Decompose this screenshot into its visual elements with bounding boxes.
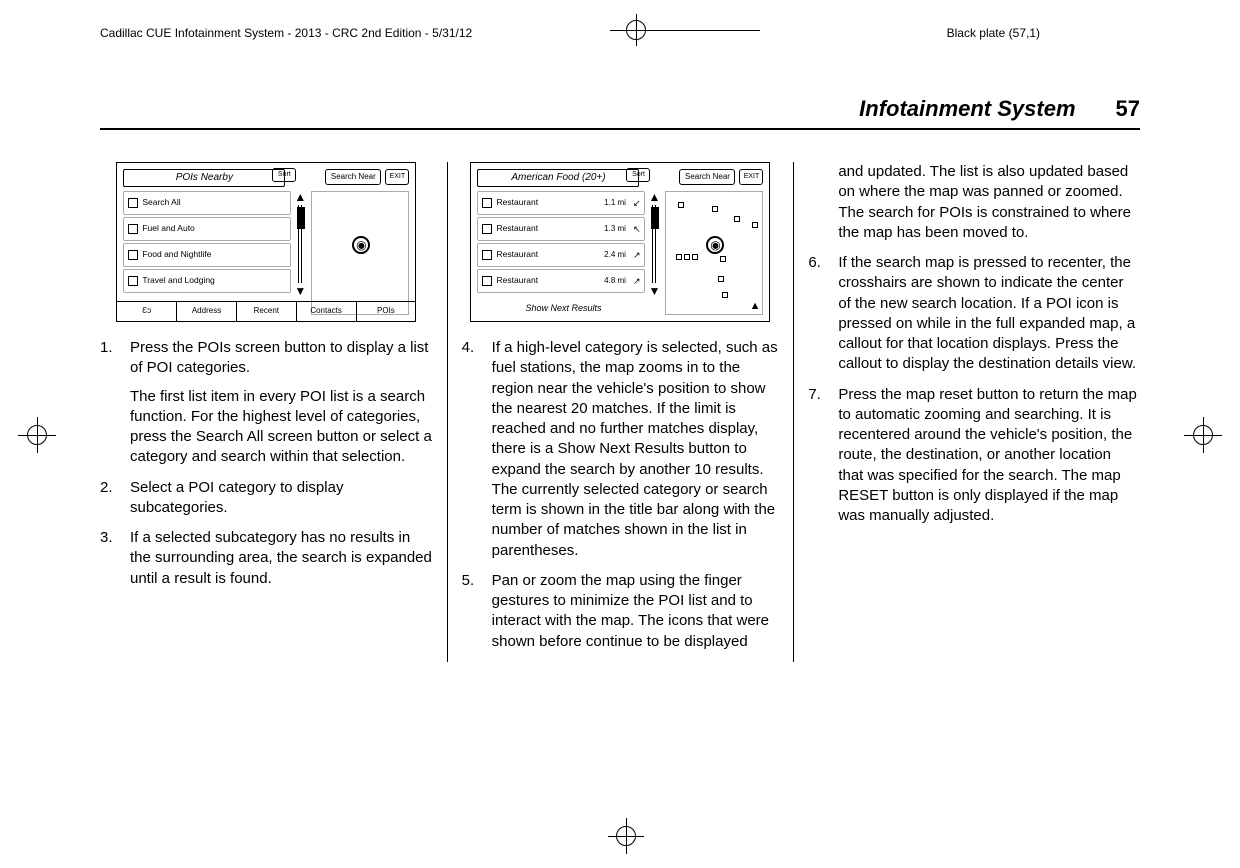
figure-american-food: American Food (20+) Sort Search Near EXI… bbox=[470, 162, 770, 322]
step-6: If the search map is pressed to recenter… bbox=[808, 253, 1140, 375]
steps-6-7: If the search map is pressed to recenter… bbox=[808, 253, 1140, 526]
step-2: Select a POI category to display subcate… bbox=[100, 478, 433, 519]
fig2-show-next: Show Next Results bbox=[477, 299, 649, 317]
fig2-row: Restaurant1.3 mi↖ bbox=[477, 217, 645, 241]
scroll-down-icon: ▼ bbox=[294, 285, 306, 297]
fig1-sort-button: Sort bbox=[272, 168, 296, 182]
column-3: and updated. The list is also updated ba… bbox=[793, 162, 1140, 662]
registration-mark-top bbox=[620, 20, 660, 40]
fig1-tabs: Ɛɔ Address Recent Contacts POIs bbox=[117, 301, 415, 321]
step-5: Pan or zoom the map using the finger ges… bbox=[462, 571, 780, 652]
steps-1-3: Press the POIs screen button to display … bbox=[100, 338, 433, 589]
fig1-list: Search All Fuel and Auto Food and Nightl… bbox=[123, 191, 291, 297]
map-zoom-icon: ▲ bbox=[750, 299, 761, 314]
scroll-up-icon: ▲ bbox=[649, 191, 661, 203]
fig1-row: Travel and Lodging bbox=[123, 269, 291, 293]
fig2-title: American Food (20+) bbox=[477, 169, 639, 187]
fig1-title: POIs Nearby bbox=[123, 169, 285, 187]
registration-mark-right bbox=[1178, 415, 1228, 455]
direction-icon: ↗ bbox=[633, 275, 641, 287]
fig2-exit-button: EXIT bbox=[739, 169, 763, 185]
fig1-tab: Contacts bbox=[297, 302, 357, 321]
fig2-row: Restaurant4.8 mi↗ bbox=[477, 269, 645, 293]
fig1-scrollbar: ▲ ▼ bbox=[293, 191, 307, 297]
fig2-search-near-button: Search Near bbox=[679, 169, 735, 185]
figure-pois-nearby: POIs Nearby Sort Search Near EXIT Search… bbox=[116, 162, 416, 322]
running-head: Infotainment System 57 bbox=[100, 96, 1140, 130]
fig1-tab: Address bbox=[177, 302, 237, 321]
vehicle-location-icon: ◉ bbox=[706, 236, 724, 254]
fig1-tab: Recent bbox=[237, 302, 297, 321]
step-7: Press the map reset button to return the… bbox=[808, 385, 1140, 527]
step-5-continued: and updated. The list is also updated ba… bbox=[808, 162, 1140, 243]
direction-icon: ↖ bbox=[633, 223, 641, 235]
doc-id-line: Cadillac CUE Infotainment System - 2013 … bbox=[100, 26, 472, 40]
steps-4-5: If a high-level category is selected, su… bbox=[462, 338, 780, 652]
fig2-map: ◉ ▲ bbox=[665, 191, 763, 315]
fig1-exit-button: EXIT bbox=[385, 169, 409, 185]
step-4: If a high-level category is selected, su… bbox=[462, 338, 780, 561]
direction-icon: ↗ bbox=[633, 249, 641, 261]
column-2: American Food (20+) Sort Search Near EXI… bbox=[447, 162, 794, 662]
fig1-map: ◉ bbox=[311, 191, 409, 315]
column-1: POIs Nearby Sort Search Near EXIT Search… bbox=[100, 162, 447, 662]
step-1: Press the POIs screen button to display … bbox=[100, 338, 433, 468]
vehicle-location-icon: ◉ bbox=[352, 236, 370, 254]
fig2-sort-button: Sort bbox=[626, 168, 650, 182]
fig1-tab: Ɛɔ bbox=[117, 302, 177, 321]
direction-icon: ↙ bbox=[633, 197, 641, 209]
fig2-row: Restaurant1.1 mi↙ bbox=[477, 191, 645, 215]
scroll-down-icon: ▼ bbox=[649, 285, 661, 297]
fig1-tab: POIs bbox=[357, 302, 416, 321]
fig2-row: Restaurant2.4 mi↗ bbox=[477, 243, 645, 267]
page-number: 57 bbox=[1116, 96, 1140, 122]
registration-mark-left bbox=[12, 415, 62, 455]
section-title: Infotainment System bbox=[859, 96, 1075, 122]
plate-label: Black plate (57,1) bbox=[947, 26, 1040, 40]
scroll-up-icon: ▲ bbox=[294, 191, 306, 203]
fig1-search-near-button: Search Near bbox=[325, 169, 381, 185]
fig1-row: Food and Nightlife bbox=[123, 243, 291, 267]
step-3: If a selected subcategory has no results… bbox=[100, 528, 433, 589]
fig1-row: Fuel and Auto bbox=[123, 217, 291, 241]
fig2-scrollbar: ▲ ▼ bbox=[647, 191, 661, 297]
fig2-list: Restaurant1.1 mi↙ Restaurant1.3 mi↖ Rest… bbox=[477, 191, 645, 297]
fig1-row: Search All bbox=[123, 191, 291, 215]
